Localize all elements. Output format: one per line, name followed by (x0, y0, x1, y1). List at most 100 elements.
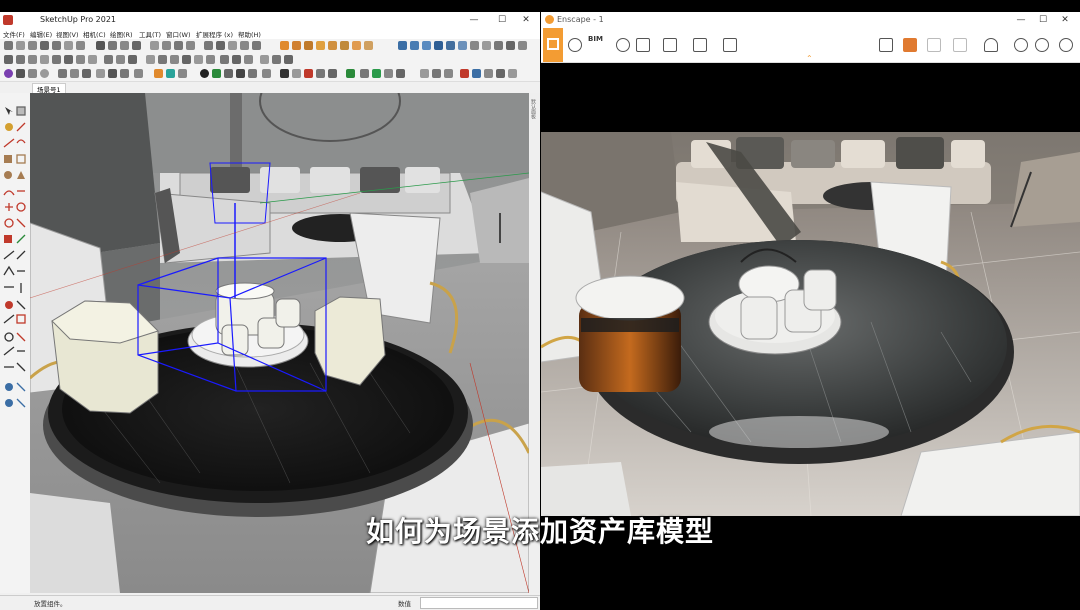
stamp-icon[interactable] (304, 41, 313, 50)
video-icon[interactable] (96, 69, 105, 78)
layer-icon[interactable] (432, 69, 441, 78)
save-icon[interactable] (40, 41, 49, 50)
undo-icon[interactable] (64, 41, 73, 50)
smoove-icon[interactable] (292, 41, 301, 50)
check-icon[interactable] (346, 69, 355, 78)
menu-edit[interactable]: 编辑(E) (30, 29, 52, 39)
tag-icon[interactable] (420, 69, 429, 78)
push-pull-icon[interactable] (64, 55, 73, 64)
3d-warehouse-icon[interactable] (482, 41, 491, 50)
stamp-tool-icon[interactable] (292, 69, 301, 78)
sync-icon[interactable] (166, 69, 175, 78)
record-icon[interactable] (40, 69, 49, 78)
top-view-icon[interactable] (162, 41, 171, 50)
menu-view[interactable]: 视图(V) (56, 29, 79, 39)
cloud-icon[interactable] (236, 69, 245, 78)
position-camera-icon[interactable] (244, 55, 253, 64)
sync-views-icon[interactable] (953, 38, 967, 52)
preview-icon[interactable] (518, 41, 527, 50)
tree-icon[interactable] (212, 69, 221, 78)
enscape-close-button[interactable]: ✕ (1051, 12, 1079, 28)
line-tool-icon[interactable] (4, 55, 13, 64)
trash-icon[interactable] (328, 69, 337, 78)
zoom-extents-icon[interactable] (132, 41, 141, 50)
screenshot-export-icon[interactable] (663, 38, 677, 52)
outer-shell-icon[interactable] (458, 41, 467, 50)
redo-icon[interactable] (76, 41, 85, 50)
3d-text-icon[interactable] (206, 55, 215, 64)
follow-me-icon[interactable] (76, 55, 85, 64)
section-cut-icon[interactable] (272, 55, 281, 64)
pencil-icon[interactable] (304, 69, 313, 78)
link-icon[interactable] (178, 69, 187, 78)
offset-icon[interactable] (88, 55, 97, 64)
enscape-start-icon[interactable] (4, 69, 13, 78)
menu-help[interactable]: 帮助(H) (238, 29, 261, 39)
new-file-icon[interactable] (16, 41, 25, 50)
close-button[interactable]: ✕ (512, 12, 540, 28)
pause-icon[interactable] (28, 69, 37, 78)
xray-icon[interactable] (204, 41, 213, 50)
vr-headset-icon[interactable] (984, 38, 998, 52)
blue-box-icon[interactable] (472, 69, 481, 78)
axes-tool-icon[interactable] (194, 55, 203, 64)
menu-window[interactable]: 窗口(W) (166, 29, 191, 39)
menu-camera[interactable]: 相机(C) (83, 29, 106, 39)
material-icon[interactable] (484, 69, 493, 78)
flip-edge-icon[interactable] (340, 41, 349, 50)
grid-icon[interactable] (224, 69, 233, 78)
home-icon[interactable] (52, 41, 61, 50)
measurements-input[interactable] (420, 597, 538, 609)
paint-icon[interactable] (154, 69, 163, 78)
look-around-icon[interactable] (232, 55, 241, 64)
share-model-icon[interactable] (506, 41, 515, 50)
layout-icon[interactable] (494, 41, 503, 50)
right-view-icon[interactable] (186, 41, 195, 50)
screenshot-icon[interactable] (82, 69, 91, 78)
lock-icon[interactable] (396, 69, 405, 78)
solid-union-icon[interactable] (398, 41, 407, 50)
solid-split-icon[interactable] (446, 41, 455, 50)
solid-intersect-icon[interactable] (422, 41, 431, 50)
play-icon[interactable] (16, 69, 25, 78)
add-icon[interactable] (200, 69, 209, 78)
bookmark-icon[interactable] (444, 69, 453, 78)
select-tool-icon[interactable] (4, 41, 13, 50)
polygon-tool-icon[interactable] (52, 55, 61, 64)
menu-tools[interactable]: 工具(T) (139, 29, 161, 39)
outliner-icon[interactable] (508, 69, 517, 78)
binoculars-icon[interactable] (616, 38, 630, 52)
rotate-icon[interactable] (116, 55, 125, 64)
asset-library-icon[interactable] (568, 38, 582, 52)
solid-trim-icon[interactable] (434, 41, 443, 50)
gear-icon[interactable] (262, 69, 271, 78)
export-icon[interactable] (70, 69, 79, 78)
book-icon[interactable] (879, 38, 893, 52)
from-contours-icon[interactable] (352, 41, 361, 50)
box-icon[interactable] (360, 69, 369, 78)
front-view-icon[interactable] (174, 41, 183, 50)
help-icon[interactable] (1059, 38, 1073, 52)
red-box-icon[interactable] (460, 69, 469, 78)
move-icon[interactable] (104, 55, 113, 64)
enscape-render-view[interactable] (541, 132, 1080, 516)
from-scratch-icon[interactable] (364, 41, 373, 50)
text-tool-icon[interactable] (182, 55, 191, 64)
batch-render-icon[interactable] (108, 69, 117, 78)
rectangle-tool-icon[interactable] (28, 55, 37, 64)
gear-icon[interactable] (1035, 38, 1049, 52)
panorama-icon[interactable] (120, 69, 129, 78)
batch-export-icon[interactable] (693, 38, 707, 52)
menu-extensions[interactable]: 扩展程序 (x) (196, 29, 233, 39)
extension-warehouse-icon[interactable] (470, 41, 479, 50)
texture-icon[interactable] (248, 69, 257, 78)
menu-file[interactable]: 文件(F) (3, 29, 25, 39)
open-file-icon[interactable] (28, 41, 37, 50)
section-plane-icon[interactable] (260, 55, 269, 64)
textured-icon[interactable] (252, 41, 261, 50)
bottle-icon[interactable] (316, 69, 325, 78)
bim-label[interactable]: BIM (588, 35, 603, 43)
sandbox-icon[interactable] (280, 41, 289, 50)
pan-icon[interactable] (108, 41, 117, 50)
add-detail-icon[interactable] (328, 41, 337, 50)
